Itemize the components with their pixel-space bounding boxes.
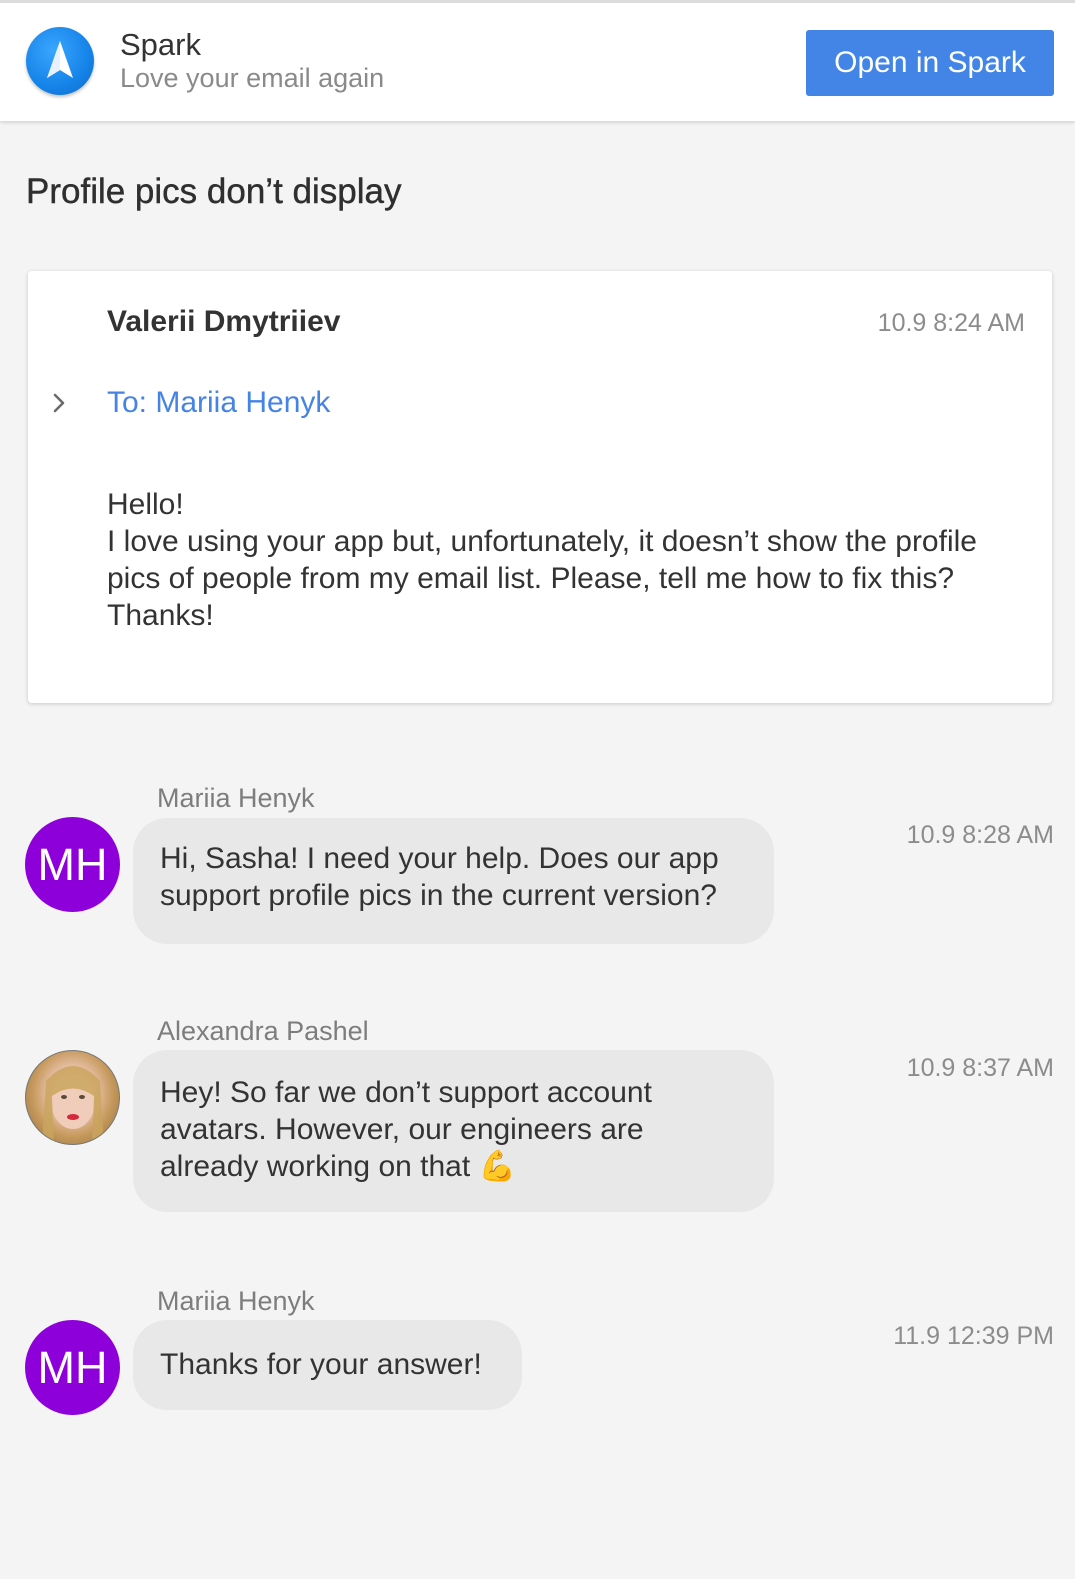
comment-bubble: Hey! So far we don’t support account ava… bbox=[133, 1050, 774, 1212]
spark-logo-icon[interactable] bbox=[26, 27, 94, 95]
comment-text-line: Thanks for your answer! bbox=[160, 1348, 482, 1381]
comment-text-line: Hey! So far we don’t support account bbox=[160, 1076, 652, 1109]
open-in-spark-button[interactable]: Open in Spark bbox=[806, 30, 1054, 96]
comment-text-line: avatars. However, our engineers are bbox=[160, 1113, 644, 1146]
email-body: Hello! I love using your app but, unfort… bbox=[107, 486, 1027, 634]
avatar[interactable] bbox=[25, 1050, 120, 1145]
thread-subject: Profile pics don’t display bbox=[26, 172, 402, 211]
comment-author: Mariia Henyk bbox=[157, 783, 315, 813]
app-name: Spark bbox=[120, 27, 201, 62]
email-body-line: Hello! bbox=[107, 488, 184, 521]
app-banner: Spark Love your email again Open in Spar… bbox=[0, 0, 1075, 121]
app-tagline: Love your email again bbox=[120, 63, 385, 93]
email-timestamp: 10.9 8:24 AM bbox=[877, 309, 1025, 337]
email-card: Valerii Dmytriiev 10.9 8:24 AM To: Marii… bbox=[28, 271, 1052, 703]
comment-author: Mariia Henyk bbox=[157, 1286, 315, 1316]
email-body-line: pics of people from my email list. Pleas… bbox=[107, 562, 955, 595]
comment-timestamp: 10.9 8:37 AM bbox=[906, 1054, 1054, 1082]
comment-text-line: support profile pics in the current vers… bbox=[160, 879, 717, 912]
avatar[interactable]: MH bbox=[25, 817, 120, 912]
comment-bubble: Hi, Sasha! I need your help. Does our ap… bbox=[133, 818, 774, 944]
comment-timestamp: 10.9 8:28 AM bbox=[906, 821, 1054, 849]
avatar[interactable]: MH bbox=[25, 1320, 120, 1415]
comment-text-line: already working on that 💪 bbox=[160, 1150, 516, 1183]
comment-bubble: Thanks for your answer! bbox=[133, 1320, 522, 1410]
email-body-line: Thanks! bbox=[107, 599, 214, 632]
chevron-right-icon[interactable] bbox=[50, 388, 70, 418]
comment-author: Alexandra Pashel bbox=[157, 1016, 369, 1046]
email-recipient[interactable]: To: Mariia Henyk bbox=[107, 386, 330, 420]
comment-timestamp: 11.9 12:39 PM bbox=[893, 1322, 1054, 1350]
comment-text-line: Hi, Sasha! I need your help. Does our ap… bbox=[160, 842, 719, 875]
email-sender: Valerii Dmytriiev bbox=[107, 305, 341, 338]
email-body-line: I love using your app but, unfortunately… bbox=[107, 525, 977, 558]
